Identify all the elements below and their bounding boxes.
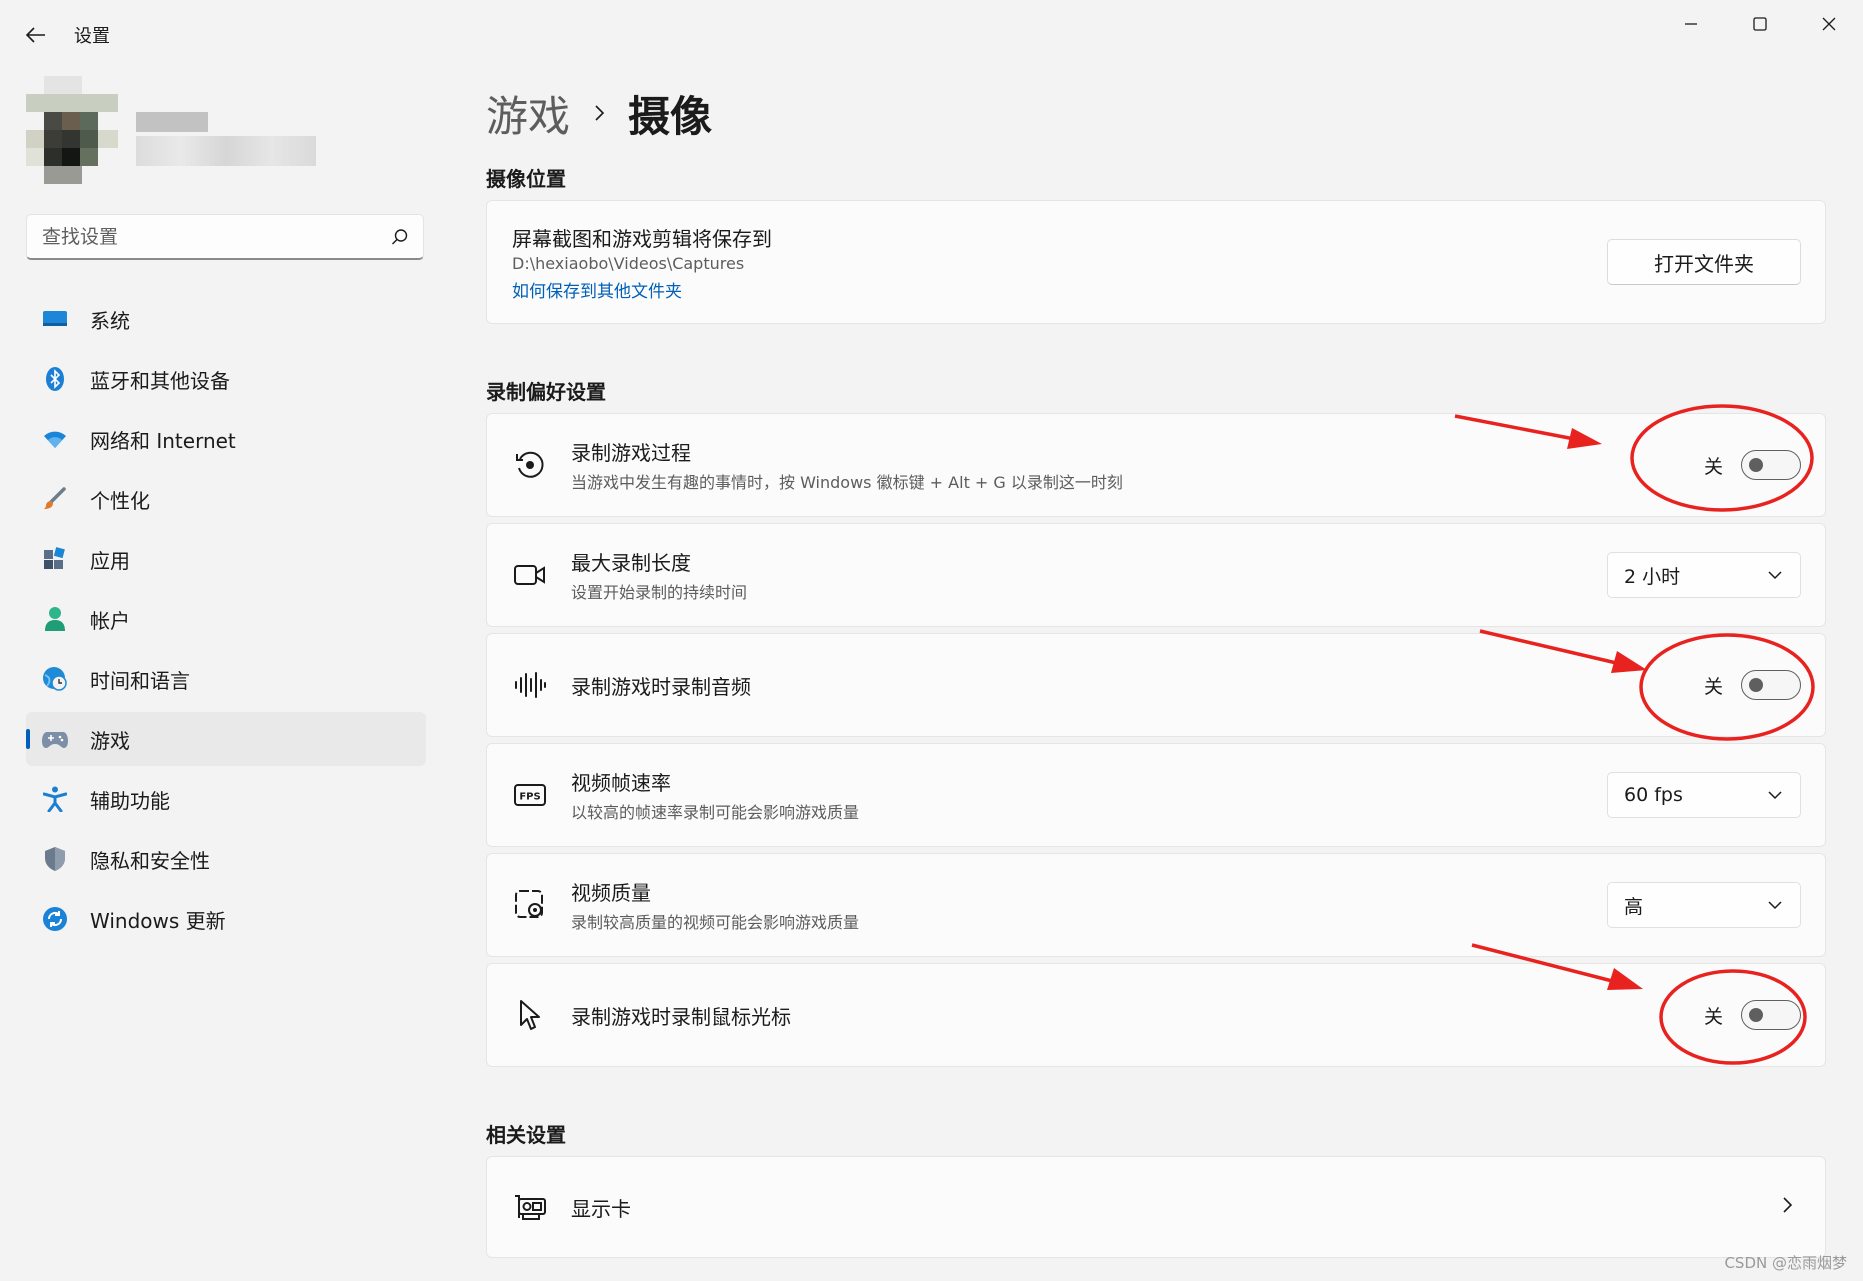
maximize-button[interactable] <box>1725 0 1794 48</box>
back-arrow-icon <box>26 27 45 43</box>
section-title-related: 相关设置 <box>486 1123 566 1147</box>
sidebar-item-personalization[interactable]: 个性化 <box>26 472 426 526</box>
record-gameplay-toggle[interactable] <box>1741 450 1801 480</box>
record-audio-title: 录制游戏时录制音频 <box>571 674 751 699</box>
chevron-down-icon <box>1768 791 1782 800</box>
record-history-icon <box>513 448 547 482</box>
brush-icon <box>42 486 68 512</box>
sidebar-item-label: 时间和语言 <box>90 668 190 693</box>
globe-clock-icon <box>42 666 68 692</box>
sidebar-item-accounts[interactable]: 帐户 <box>26 592 426 646</box>
sidebar-item-label: Windows 更新 <box>90 908 226 933</box>
chevron-down-icon <box>1768 571 1782 580</box>
back-button[interactable] <box>24 18 48 52</box>
video-quality-dropdown[interactable]: 高 <box>1607 882 1801 928</box>
shield-icon <box>42 846 68 872</box>
sidebar-item-privacy[interactable]: 隐私和安全性 <box>26 832 426 886</box>
video-settings-icon <box>513 888 547 922</box>
record-cursor-row: 录制游戏时录制鼠标光标 关 <box>486 963 1826 1067</box>
record-cursor-toggle[interactable] <box>1741 1000 1801 1030</box>
cursor-icon <box>513 998 547 1032</box>
app-title: 设置 <box>74 26 110 47</box>
close-icon <box>1822 17 1835 31</box>
sidebar-item-accessibility[interactable]: 辅助功能 <box>26 772 426 826</box>
wifi-icon <box>42 426 68 452</box>
breadcrumb: 游戏 摄像 <box>486 80 1826 146</box>
sidebar-item-label: 帐户 <box>90 608 130 633</box>
record-gameplay-title: 录制游戏过程 <box>571 441 691 465</box>
sidebar-item-system[interactable]: 系统 <box>26 292 426 346</box>
sidebar-item-label: 隐私和安全性 <box>90 848 210 873</box>
chevron-right-icon <box>594 103 606 123</box>
minimize-icon <box>1684 23 1697 25</box>
sidebar-item-gaming[interactable]: 游戏 <box>26 712 426 766</box>
section-title-capture-location: 摄像位置 <box>486 167 566 191</box>
video-camera-icon <box>513 558 547 592</box>
sidebar-item-label: 辅助功能 <box>90 788 170 813</box>
max-recording-length-dropdown[interactable]: 2 小时 <box>1607 552 1801 598</box>
record-audio-toggle[interactable] <box>1741 670 1801 700</box>
chevron-down-icon <box>1768 901 1782 910</box>
sidebar-item-apps[interactable]: 应用 <box>26 532 426 586</box>
window-controls <box>1656 0 1863 48</box>
record-audio-row: 录制游戏时录制音频 关 <box>486 633 1826 737</box>
sidebar-item-label: 网络和 Internet <box>90 428 236 453</box>
sidebar-item-label: 游戏 <box>90 728 130 753</box>
graphics-card-icon <box>513 1190 547 1224</box>
video-quality-row: 视频质量 录制较高质量的视频可能会影响游戏质量 高 <box>486 853 1826 957</box>
max-recording-length-row: 最大录制长度 设置开始录制的持续时间 2 小时 <box>486 523 1826 627</box>
video-frame-rate-dropdown[interactable]: 60 fps <box>1607 772 1801 818</box>
titlebar: 设置 <box>24 18 110 52</box>
close-button[interactable] <box>1794 0 1863 48</box>
account-icon <box>42 606 68 632</box>
minimize-button[interactable] <box>1656 0 1725 48</box>
capture-location-card: 屏幕截图和游戏剪辑将保存到 D:\hexiaobo\Videos\Capture… <box>486 200 1826 324</box>
record-gameplay-desc: 当游戏中发生有趣的事情时，按 Windows 徽标键 + Alt + G 以录制… <box>571 473 1123 492</box>
system-icon <box>42 306 68 332</box>
user-email <box>136 136 316 166</box>
search-input[interactable] <box>42 225 391 248</box>
svg-text:FPS: FPS <box>519 792 540 803</box>
search-box[interactable] <box>26 214 424 260</box>
main-content: 游戏 摄像 摄像位置 屏幕截图和游戏剪辑将保存到 D:\hexiaobo\Vid… <box>486 80 1826 1258</box>
bluetooth-icon <box>42 366 68 392</box>
breadcrumb-parent[interactable]: 游戏 <box>486 83 570 144</box>
dropdown-value: 高 <box>1624 895 1644 918</box>
search-icon[interactable] <box>391 228 409 246</box>
sidebar-item-label: 个性化 <box>90 488 150 513</box>
sidebar-item-network[interactable]: 网络和 Internet <box>26 412 426 466</box>
video-frame-rate-row: FPS 视频帧速率 以较高的帧速率录制可能会影响游戏质量 60 fps <box>486 743 1826 847</box>
dropdown-value: 2 小时 <box>1624 565 1681 588</box>
maximize-icon <box>1752 17 1767 31</box>
audio-waveform-icon <box>513 668 547 702</box>
page-title: 摄像 <box>628 91 713 141</box>
sidebar-item-label: 蓝牙和其他设备 <box>90 368 230 393</box>
record-cursor-title: 录制游戏时录制鼠标光标 <box>571 1004 791 1029</box>
update-icon <box>42 906 68 932</box>
sidebar-item-bluetooth[interactable]: 蓝牙和其他设备 <box>26 352 426 406</box>
sidebar-item-label: 系统 <box>90 308 130 333</box>
sidebar-item-windows-update[interactable]: Windows 更新 <box>26 892 426 946</box>
section-title-recording: 录制偏好设置 <box>486 380 606 404</box>
graphics-card-row[interactable]: 显示卡 <box>486 1156 1826 1258</box>
avatar[interactable] <box>26 76 118 184</box>
toggle-state-label: 关 <box>1703 455 1723 478</box>
toggle-state-label: 关 <box>1703 1005 1723 1028</box>
user-name <box>136 112 208 132</box>
sidebar-item-label: 应用 <box>90 548 130 573</box>
apps-icon <box>42 546 68 572</box>
watermark: CSDN @恋雨烟梦 <box>1724 1254 1847 1272</box>
dropdown-value: 60 fps <box>1624 784 1683 806</box>
sidebar-item-time-language[interactable]: 时间和语言 <box>26 652 426 706</box>
chevron-right-icon <box>1783 1196 1793 1218</box>
toggle-state-label: 关 <box>1703 675 1723 698</box>
open-folder-button[interactable]: 打开文件夹 <box>1607 239 1801 285</box>
fps-icon: FPS <box>513 778 547 812</box>
record-gameplay-row: 录制游戏过程 当游戏中发生有趣的事情时，按 Windows 徽标键 + Alt … <box>486 413 1826 517</box>
graphics-card-title: 显示卡 <box>571 1196 631 1221</box>
sidebar-nav: 系统 蓝牙和其他设备 网络和 Internet 个性化 应用 帐户 时间和语言 … <box>26 292 426 952</box>
save-elsewhere-link[interactable]: 如何保存到其他文件夹 <box>512 277 682 302</box>
gamepad-icon <box>42 726 68 752</box>
accessibility-icon <box>42 786 68 812</box>
